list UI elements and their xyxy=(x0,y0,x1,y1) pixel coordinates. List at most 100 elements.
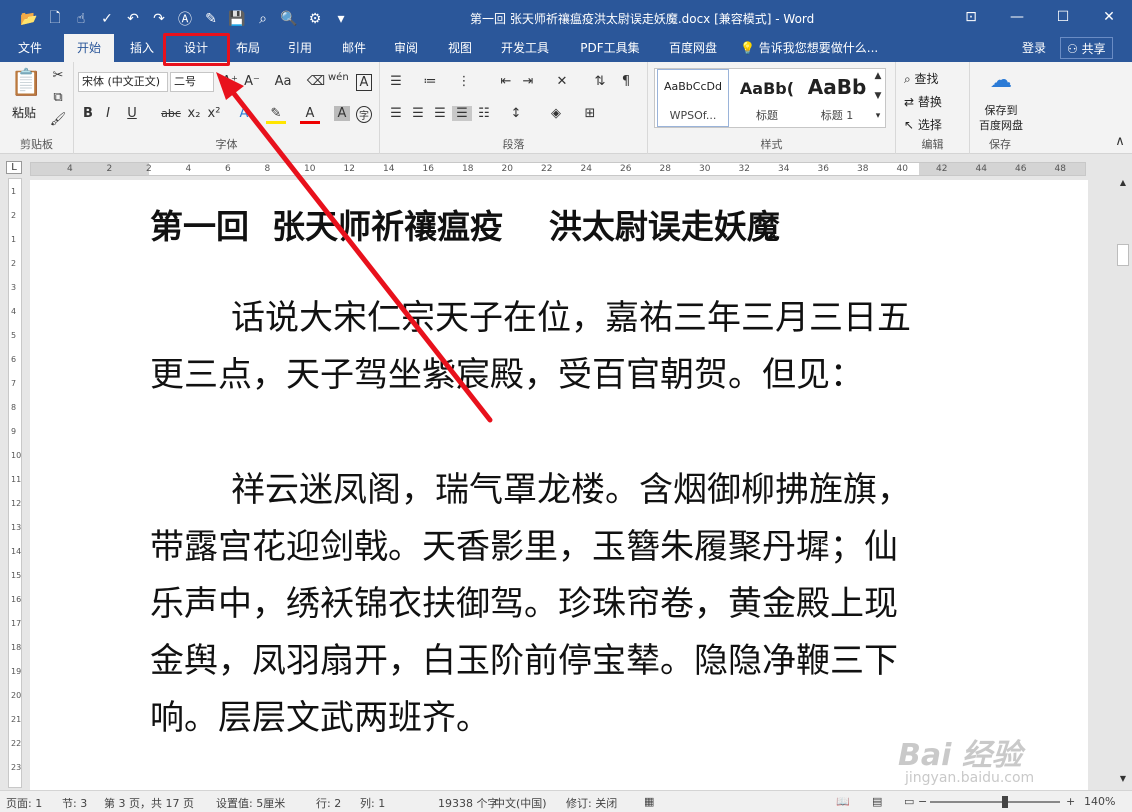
baidu-cloud-icon[interactable]: ☁ xyxy=(988,68,1014,93)
style-item[interactable]: AaBb( 标题 xyxy=(731,69,803,127)
tell-me-box[interactable]: 💡 告诉我您想要做什么... xyxy=(740,34,878,62)
char-shading-icon[interactable]: A xyxy=(334,106,350,121)
char-border-icon[interactable]: A xyxy=(356,74,372,91)
read-mode-icon[interactable]: 📖 xyxy=(836,795,850,808)
paste-label[interactable]: 粘贴 xyxy=(12,104,36,121)
document-page[interactable]: 第一回 张天师祈禳瘟疫 洪太尉误走妖魔 话说大宋仁宗天子在位，嘉祐三年三月三日五… xyxy=(30,180,1088,792)
align-left-icon[interactable]: ☰ xyxy=(386,106,406,121)
web-icon[interactable]: ⚙ xyxy=(304,11,326,27)
tab-review[interactable]: 审阅 xyxy=(382,34,430,62)
zoom-slider-knob[interactable] xyxy=(1002,796,1008,808)
font-color-icon[interactable]: A xyxy=(300,106,320,124)
sort-icon[interactable]: ⇅ xyxy=(590,74,610,89)
login-link[interactable]: 登录 xyxy=(1022,34,1046,62)
ribbon-display-button[interactable]: ⊡ xyxy=(948,0,994,34)
web-layout-icon[interactable]: ▭ xyxy=(904,795,914,808)
status-word-count[interactable]: 19338 个字 xyxy=(438,795,499,811)
grow-font-icon[interactable]: A⁺ xyxy=(220,74,240,89)
zoom-in-icon[interactable]: + xyxy=(1066,795,1075,808)
shrink-font-icon[interactable]: A⁻ xyxy=(242,74,262,89)
collapse-ribbon-icon[interactable]: ∧ xyxy=(1110,134,1130,149)
status-language[interactable]: 中文(中国) xyxy=(494,795,547,811)
status-page[interactable]: 页面: 1 xyxy=(6,795,42,811)
customize-qat-icon[interactable]: ▾ xyxy=(330,11,352,27)
find-button[interactable]: ⌕ 查找 xyxy=(904,70,939,87)
italic-button[interactable]: I xyxy=(98,106,118,121)
enclose-chars-icon[interactable]: 字 xyxy=(356,106,372,123)
close-button[interactable]: ✕ xyxy=(1086,0,1132,34)
distributed-icon[interactable]: ☷ xyxy=(474,106,494,121)
scroll-up-arrow-icon[interactable]: ▲ xyxy=(1116,178,1130,187)
numbering-icon[interactable]: ≔ xyxy=(420,74,440,89)
tab-home[interactable]: 开始 xyxy=(64,34,114,62)
copy-icon[interactable]: ⧉ xyxy=(48,90,68,105)
show-marks-icon[interactable]: ¶ xyxy=(616,74,636,89)
search-icon[interactable]: ⌕ xyxy=(252,11,274,27)
zoom-level[interactable]: 140% xyxy=(1084,795,1115,808)
touch-mode-icon[interactable]: ☝ xyxy=(70,11,92,27)
replace-button[interactable]: ⇄ 替换 xyxy=(904,93,942,110)
highlight-color-icon[interactable]: ✎ xyxy=(266,106,286,124)
increase-indent-icon[interactable]: ⇥ xyxy=(518,74,538,89)
font-name-dropdown[interactable]: 宋体 (中文正文) xyxy=(78,72,168,92)
tab-insert[interactable]: 插入 xyxy=(118,34,166,62)
folder-open-icon[interactable]: 📂 xyxy=(18,11,40,27)
change-case-icon[interactable]: Aa xyxy=(270,74,296,89)
more-styles-icon[interactable]: ▾ xyxy=(871,111,885,121)
spelling-icon[interactable]: ✓ xyxy=(96,11,118,27)
format-painter-icon[interactable]: 🖌 xyxy=(48,112,68,127)
chinese-layout-icon[interactable]: ✕ xyxy=(552,74,572,89)
tab-baidu-netdisk[interactable]: 百度网盘 xyxy=(656,34,730,62)
tab-selector-icon[interactable]: L xyxy=(6,161,22,174)
scroll-up-icon[interactable]: ▲ xyxy=(871,71,885,81)
save-icon[interactable]: 💾 xyxy=(226,11,248,27)
scroll-down-arrow-icon[interactable]: ▼ xyxy=(1116,774,1130,783)
status-track-changes[interactable]: 修订: 关闭 xyxy=(566,795,617,811)
phonetic-guide-icon[interactable]: wén xyxy=(328,72,349,83)
vertical-ruler[interactable]: 1 2 1 2 3 4 5 6 7 8 9 10 11 12 13 14 15 16 17 18 19 20 21 22 23 xyxy=(8,178,22,788)
zoom-out-icon[interactable]: − xyxy=(918,795,927,808)
subscript-button[interactable]: x₂ xyxy=(184,106,204,121)
superscript-button[interactable]: x² xyxy=(204,106,224,121)
tab-pdf-tools[interactable]: PDF工具集 xyxy=(570,34,650,62)
select-button[interactable]: ↖ 选择 xyxy=(904,116,942,133)
tab-file[interactable]: 文件 xyxy=(8,34,52,62)
new-doc-icon[interactable]: 🗋 xyxy=(44,7,66,31)
status-position[interactable]: 设置值: 5厘米 xyxy=(216,795,285,811)
bullets-icon[interactable]: ☰ xyxy=(386,74,406,89)
justify-icon[interactable]: ☰ xyxy=(452,106,472,121)
font-size-dropdown[interactable]: 二号 xyxy=(170,72,214,92)
status-section[interactable]: 节: 3 xyxy=(62,795,87,811)
shading-icon[interactable]: ◈ xyxy=(546,106,566,121)
horizontal-ruler[interactable]: L 4 2 2 4 6 8 10 12 14 16 18 20 22 24 26 28 30 32 34 36 38 40… xyxy=(0,160,1132,178)
scroll-thumb[interactable] xyxy=(1117,244,1129,266)
vertical-scrollbar[interactable]: ▲ ▼ xyxy=(1114,178,1132,790)
minimize-button[interactable]: — xyxy=(994,0,1040,34)
multilevel-list-icon[interactable]: ⋮ xyxy=(454,74,474,89)
tab-mailings[interactable]: 邮件 xyxy=(330,34,378,62)
align-right-icon[interactable]: ☰ xyxy=(430,106,450,121)
status-row[interactable]: 行: 2 xyxy=(316,795,341,811)
decrease-indent-icon[interactable]: ⇤ xyxy=(496,74,516,89)
status-column[interactable]: 列: 1 xyxy=(360,795,385,811)
edit-icon[interactable]: ✎ xyxy=(200,11,222,27)
tab-layout[interactable]: 布局 xyxy=(224,34,272,62)
format-icon[interactable]: Ⓐ xyxy=(174,9,196,29)
tab-references[interactable]: 引用 xyxy=(276,34,324,62)
undo-icon[interactable]: ↶ xyxy=(122,11,144,27)
cut-icon[interactable]: ✂ xyxy=(48,68,68,83)
baidu-netdisk-label[interactable]: 百度网盘 xyxy=(976,117,1026,133)
clear-format-icon[interactable]: ⌫ xyxy=(306,74,326,89)
text-effects-icon[interactable]: A xyxy=(234,106,254,121)
tab-developer[interactable]: 开发工具 xyxy=(492,34,558,62)
tab-view[interactable]: 视图 xyxy=(436,34,484,62)
redo-icon[interactable]: ↷ xyxy=(148,11,170,27)
print-layout-icon[interactable]: ▤ xyxy=(872,795,882,808)
share-button[interactable]: ⚇ 共享 xyxy=(1060,37,1113,59)
borders-icon[interactable]: ⊞ xyxy=(580,106,600,121)
macro-icon[interactable]: ▦ xyxy=(644,795,654,808)
status-page-count[interactable]: 第 3 页，共 17 页 xyxy=(104,795,194,811)
save-to-label[interactable]: 保存到 xyxy=(976,102,1026,118)
style-item[interactable]: AaBbCcDd WPSOf... xyxy=(657,69,729,127)
style-item[interactable]: AaBb 标题 1 xyxy=(801,69,873,127)
